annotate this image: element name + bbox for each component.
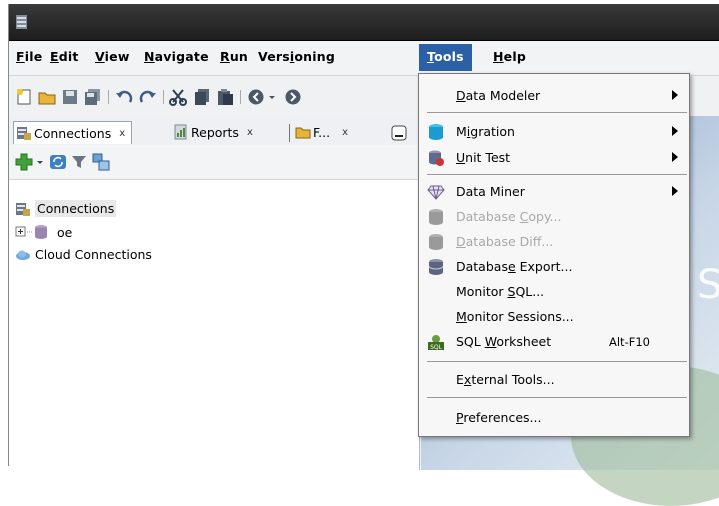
tab-connections[interactable]: Connections x xyxy=(13,121,133,144)
menu-navigate[interactable]: Navigate xyxy=(144,49,209,64)
minimize-panel-icon[interactable] xyxy=(391,125,407,141)
cut-icon[interactable] xyxy=(169,88,187,106)
schema-browser-icon[interactable] xyxy=(92,153,110,171)
connections-icon xyxy=(17,127,31,140)
tree-node-oe[interactable]: oe xyxy=(15,224,72,240)
app-icon xyxy=(16,15,27,29)
refresh-icon[interactable] xyxy=(49,153,67,171)
menu-edit[interactable]: Edit xyxy=(50,49,79,64)
database-icon xyxy=(35,225,47,239)
back-dropdown-icon[interactable] xyxy=(268,88,276,106)
menu-item-unit-test[interactable]: Unit Test xyxy=(419,146,689,170)
menu-view[interactable]: View xyxy=(95,49,130,64)
reports-icon xyxy=(174,124,187,140)
tree-node-connections[interactable]: Connections xyxy=(15,200,117,217)
tree-node-cloud-connections-label: Cloud Connections xyxy=(35,246,152,262)
menu-run[interactable]: Run xyxy=(220,49,248,64)
tab-reports[interactable]: Reports x xyxy=(173,121,253,143)
menu-item-external-tools[interactable]: External Tools... xyxy=(419,368,689,392)
connections-toolbar xyxy=(9,145,419,180)
submenu-arrow-icon xyxy=(672,90,678,100)
menu-versioning[interactable]: Versioning xyxy=(258,49,335,64)
migration-icon xyxy=(429,124,443,140)
tools-menu-dropdown: Data Modeler Migration Unit Test Data Mi… xyxy=(418,73,690,437)
title-bar xyxy=(9,4,719,41)
menu-bar: File Edit View Navigate Run Versioning T… xyxy=(9,41,719,76)
submenu-arrow-icon xyxy=(672,152,678,162)
connections-tree: Connections oe Cloud Connections xyxy=(9,180,420,470)
tree-node-connections-label: Connections xyxy=(35,200,117,217)
unit-test-icon xyxy=(429,150,444,166)
back-icon[interactable] xyxy=(247,88,265,106)
open-folder-icon[interactable] xyxy=(38,88,56,106)
copy-icon[interactable] xyxy=(193,88,211,106)
connections-icon xyxy=(16,202,30,216)
tab-connections-close-icon[interactable]: x xyxy=(119,128,125,139)
paste-icon[interactable] xyxy=(216,88,234,106)
submenu-arrow-icon xyxy=(672,186,678,196)
menu-item-database-export[interactable]: Database Export... xyxy=(419,255,689,279)
save-all-icon[interactable] xyxy=(84,88,102,106)
expand-icon[interactable] xyxy=(15,226,27,238)
menu-item-data-miner[interactable]: Data Miner xyxy=(419,180,689,204)
save-icon[interactable] xyxy=(61,88,79,106)
filter-icon[interactable] xyxy=(71,154,87,170)
database-copy-icon xyxy=(429,209,443,225)
tab-files-close-icon[interactable]: x xyxy=(342,127,348,138)
tab-files[interactable]: F... x xyxy=(295,121,348,143)
redo-icon[interactable] xyxy=(139,88,157,106)
database-diff-icon xyxy=(429,234,443,250)
tab-connections-label: Connections xyxy=(34,125,112,141)
files-icon xyxy=(295,127,311,139)
tab-reports-label: Reports xyxy=(191,124,239,140)
menu-tools[interactable]: Tools xyxy=(419,44,472,71)
svg-text:SQL: SQL xyxy=(430,344,443,351)
menu-item-migration[interactable]: Migration xyxy=(419,120,689,144)
sql-worksheet-shortcut: Alt-F10 xyxy=(609,335,650,349)
diamond-icon xyxy=(427,185,445,200)
menu-item-data-modeler[interactable]: Data Modeler xyxy=(419,84,689,108)
tab-files-label: F... xyxy=(313,124,331,140)
tree-node-cloud-connections[interactable]: Cloud Connections xyxy=(15,246,152,262)
add-connection-icon[interactable] xyxy=(15,153,33,171)
navigator-tabs: Connections x Reports x F... x xyxy=(9,116,419,144)
new-icon[interactable] xyxy=(15,88,33,106)
start-page-letter: S xyxy=(697,262,719,308)
menu-item-monitor-sessions[interactable]: Monitor Sessions... xyxy=(419,305,689,329)
undo-icon[interactable] xyxy=(115,88,133,106)
menu-help[interactable]: Help xyxy=(493,49,526,64)
menu-item-preferences[interactable]: Preferences... xyxy=(419,406,689,430)
menu-item-database-diff[interactable]: Database Diff... xyxy=(419,230,689,254)
menu-file[interactable]: File xyxy=(16,49,42,64)
add-dropdown-icon[interactable] xyxy=(36,155,44,169)
submenu-arrow-icon xyxy=(672,126,678,136)
menu-item-database-copy[interactable]: Database Copy... xyxy=(419,205,689,229)
cloud-icon xyxy=(16,250,30,260)
sql-worksheet-icon: SQL xyxy=(428,335,444,351)
menu-item-sql-worksheet[interactable]: SQL SQL Worksheet Alt-F10 xyxy=(419,330,689,354)
menu-item-monitor-sql[interactable]: Monitor SQL... xyxy=(419,280,689,304)
forward-icon[interactable] xyxy=(284,88,302,106)
tree-node-oe-label: oe xyxy=(57,224,73,240)
database-export-icon xyxy=(428,259,444,275)
tab-reports-close-icon[interactable]: x xyxy=(247,127,253,138)
